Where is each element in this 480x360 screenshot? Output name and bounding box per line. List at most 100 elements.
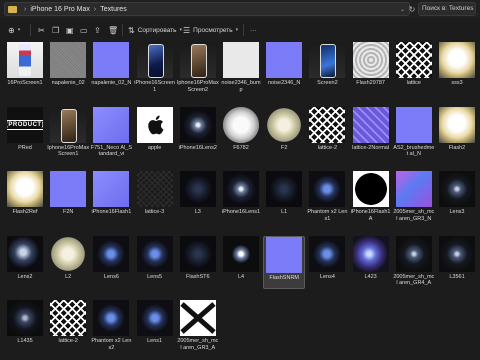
file-thumbnail [50, 106, 87, 143]
file-item[interactable]: iPhone16Lens1 [220, 171, 262, 222]
file-item[interactable]: F2 [263, 106, 305, 158]
file-item[interactable]: iPhone16Screen1 [134, 42, 176, 93]
file-item[interactable]: 2005mer_sh_mcl aren_GR3_N [393, 171, 435, 222]
file-item[interactable]: Lens5 [134, 235, 176, 287]
file-item[interactable]: L3 [177, 171, 219, 222]
file-name: L4 [237, 273, 245, 280]
product-red-logo: (PRODUCT) [7, 106, 43, 143]
chevron-down-icon: ▾ [179, 27, 183, 33]
file-item[interactable]: AS2_brushedmet al_N [393, 106, 435, 158]
file-thumbnail [309, 235, 346, 272]
file-item[interactable]: napalenie_02 [47, 42, 89, 93]
file-item[interactable]: Flash2 [436, 106, 478, 158]
file-thumbnail [266, 236, 303, 273]
file-thumbnail [50, 171, 87, 207]
file-item[interactable]: 2005mer_sh_mcl aren_GR4_A [393, 235, 435, 287]
file-thumbnail [7, 300, 43, 336]
file-item[interactable]: L1 [263, 171, 305, 222]
file-item[interactable]: Iphone16ProMax Screen2 [177, 42, 219, 93]
file-thumbnail [179, 42, 216, 78]
file-item[interactable]: lattice-2 [306, 106, 348, 158]
file-item[interactable]: lattice-2Normal [350, 106, 392, 158]
sort-button[interactable]: ⇅ Сортировать ▾ [128, 23, 182, 37]
file-item[interactable]: FlashST6 [177, 235, 219, 287]
file-item[interactable]: iPhone16Lens2 [177, 106, 219, 158]
file-name: FlashSNRM [269, 274, 300, 281]
file-thumbnail [223, 106, 259, 143]
paste-button[interactable]: ▣ [66, 23, 74, 37]
file-item[interactable]: Lens4 [306, 235, 348, 287]
file-name: iPhone16Flash1 [91, 209, 132, 215]
file-item[interactable]: Phantom x2 Lens2 [90, 300, 132, 351]
copy-button[interactable]: ❐ [52, 23, 59, 37]
file-item[interactable]: apple [134, 106, 176, 158]
file-item[interactable]: L1435 [4, 300, 46, 351]
file-name: napalenie_02_N [91, 80, 132, 86]
file-item[interactable]: FlashSNRM [263, 235, 306, 289]
file-thumbnail [395, 106, 432, 143]
file-item[interactable]: lattice [393, 42, 435, 93]
divider [30, 24, 31, 36]
file-item[interactable]: 2005mer_sh_mcl aren_GR3_A [177, 300, 219, 351]
file-item[interactable]: sss3 [436, 42, 478, 93]
file-name: F2N [62, 209, 74, 215]
file-item[interactable]: Phantom x2 Lens1 [306, 171, 348, 222]
file-name: lattice-3 [144, 209, 165, 215]
breadcrumb-segment-device[interactable]: iPhone 16 Pro Max [30, 6, 90, 13]
file-item[interactable]: noise2346_bump [220, 42, 262, 93]
search-input[interactable]: Поиск в: Textures [418, 2, 476, 16]
file-name: Lens5 [147, 273, 163, 280]
file-item[interactable]: Flash2Ref [4, 171, 46, 222]
file-item[interactable]: Screen2 [306, 42, 348, 93]
delete-button[interactable]: 🗑 [108, 23, 118, 37]
file-thumbnail [395, 42, 432, 78]
breadcrumb[interactable]: › iPhone 16 Pro Max › Textures ⌄ [4, 2, 410, 16]
file-thumbnail [93, 235, 130, 272]
file-item[interactable]: napalenie_02_N [90, 42, 132, 93]
file-item[interactable]: 16ProScreen1 [4, 42, 46, 93]
plus-icon: ⊕ [8, 25, 15, 35]
file-item[interactable]: L4 [220, 235, 262, 287]
file-item[interactable]: (PRODUCT) PRed [4, 106, 46, 158]
file-item[interactable]: F2N [47, 171, 89, 222]
file-item[interactable]: Lens1 [134, 300, 176, 351]
file-item[interactable]: F751_Neco Al_Standard_vi [90, 106, 132, 158]
file-item[interactable]: Lens2 [4, 235, 46, 287]
file-name: Lens3 [449, 209, 465, 215]
file-thumbnail [352, 171, 389, 207]
file-item[interactable]: lattice-2 [47, 300, 89, 351]
file-item[interactable]: noise2346_N [263, 42, 305, 93]
file-item[interactable]: F6782 [220, 106, 262, 158]
file-item[interactable]: L423 [350, 235, 392, 287]
file-name: sss3 [451, 80, 463, 86]
file-item[interactable]: Lens6 [90, 235, 132, 287]
file-item[interactable]: iPhone16Flash1A [350, 171, 392, 222]
file-name: 2005mer_sh_mcl aren_GR4_A [393, 273, 435, 287]
file-thumbnail [352, 235, 389, 272]
view-button[interactable]: ☰ Просмотреть ▾ [183, 23, 238, 37]
rename-button[interactable]: ▭ [80, 23, 88, 37]
more-options-button[interactable]: ··· [250, 23, 257, 37]
file-thumbnail [93, 300, 130, 336]
file-name: lattice-2 [317, 144, 338, 151]
refresh-icon[interactable]: ↻ [406, 3, 418, 15]
new-button[interactable]: ⊕ ▾ [8, 23, 20, 37]
file-name: 2005mer_sh_mcl aren_GR3_A [177, 338, 219, 351]
file-thumbnail [136, 171, 173, 207]
file-item[interactable]: L3561 [436, 235, 478, 287]
file-thumbnail [136, 235, 173, 272]
file-item[interactable]: lattice-3 [134, 171, 176, 222]
cut-button[interactable]: ✂ [38, 23, 45, 37]
file-item[interactable]: Lens3 [436, 171, 478, 222]
file-item[interactable]: L2 [47, 235, 89, 287]
file-thumbnail [93, 106, 130, 143]
breadcrumb-segment-folder[interactable]: Textures [100, 6, 126, 13]
file-item[interactable]: Flash29787 [350, 42, 392, 93]
file-item[interactable]: Iphone16ProMax Screen1 [47, 106, 89, 158]
chevron-down-icon[interactable]: ⌄ [400, 6, 405, 13]
share-button[interactable]: ⇪ [94, 23, 101, 37]
file-name: L2 [65, 273, 72, 280]
file-thumbnail [179, 235, 216, 272]
file-item[interactable]: iPhone16Flash1 [90, 171, 132, 222]
file-name: Lens4 [319, 273, 335, 280]
